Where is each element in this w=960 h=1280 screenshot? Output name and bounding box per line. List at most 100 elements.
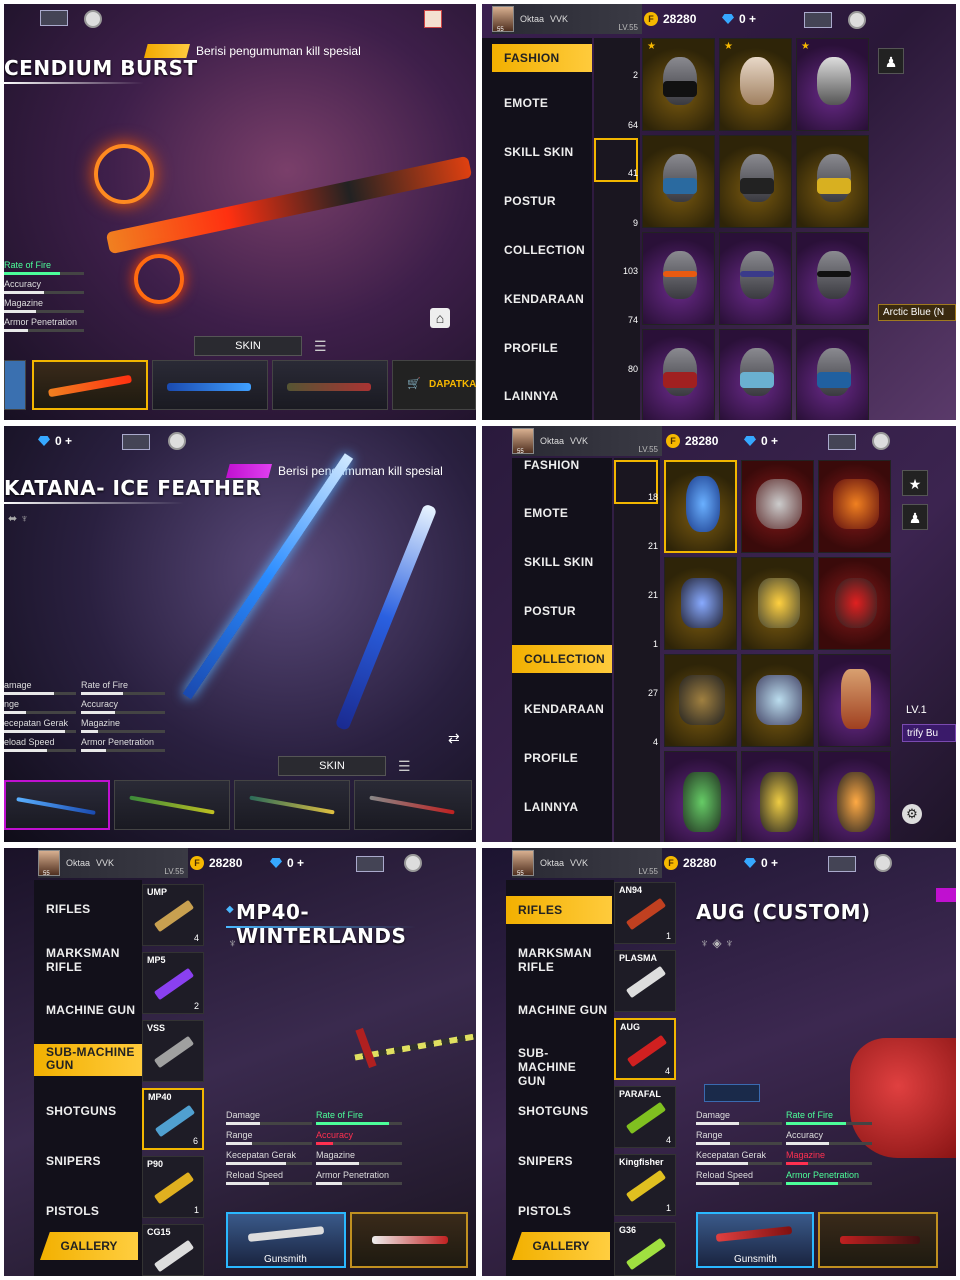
elite-pass-icon[interactable] — [828, 434, 856, 450]
elite-pass-icon[interactable] — [804, 12, 832, 28]
item-cell[interactable] — [719, 329, 792, 420]
menu-profile[interactable]: PROFILE — [524, 751, 578, 765]
item-cell[interactable] — [796, 135, 869, 228]
attachment-gun-icon[interactable] — [704, 1084, 760, 1102]
weapon-tile-aug[interactable]: AUG 4 — [614, 1018, 676, 1080]
item-cell[interactable] — [818, 751, 891, 842]
skin-thumb-2[interactable] — [818, 1212, 938, 1268]
menu-fashion[interactable]: FASHION — [492, 44, 592, 72]
skin-thumb-gunsmith[interactable]: Gunsmith — [226, 1212, 346, 1268]
item-cell[interactable]: ★ — [642, 38, 715, 131]
skin-thumb-2[interactable] — [114, 780, 230, 830]
menu-machine-gun[interactable]: MACHINE GUN — [46, 1003, 135, 1017]
skin-thumb-selected[interactable] — [32, 360, 148, 410]
profile-card[interactable]: 55 Oktaa VVK LV.55 — [512, 426, 662, 456]
menu-pistols[interactable]: PISTOLS — [518, 1204, 571, 1218]
item-cell[interactable] — [642, 329, 715, 420]
category-count[interactable]: 21 — [614, 590, 658, 600]
item-cell[interactable]: ★ — [719, 38, 792, 131]
skin-thumb-prev[interactable] — [4, 360, 26, 410]
category-count[interactable]: 27 — [614, 688, 658, 698]
item-cell[interactable] — [741, 460, 814, 553]
settings-icon[interactable] — [84, 10, 102, 28]
tip-chip[interactable]: trify Bu — [902, 724, 956, 742]
settings-icon[interactable] — [168, 432, 186, 450]
item-cell[interactable] — [664, 460, 737, 553]
diamonds-display[interactable]: 0 + — [722, 12, 756, 26]
weapon-tile-mp40[interactable]: MP40 6 — [142, 1088, 204, 1150]
coins-display[interactable]: F 28280 — [666, 434, 718, 448]
item-cell[interactable] — [642, 135, 715, 228]
menu-snipers[interactable]: SNIPERS — [518, 1154, 573, 1168]
gallery-button[interactable]: GALLERY — [512, 1232, 610, 1260]
category-count[interactable]: 1 — [614, 639, 658, 649]
item-cell[interactable] — [664, 751, 737, 842]
weapon-tile-parafal[interactable]: PARAFAL 4 — [614, 1086, 676, 1148]
menu-emote[interactable]: EMOTE — [524, 506, 568, 520]
menu-rifles[interactable]: RIFLES — [46, 902, 90, 916]
item-cell[interactable] — [741, 557, 814, 650]
menu-sub-machine-gun[interactable]: SUB-MACHINE GUN — [518, 1046, 598, 1088]
item-cell[interactable]: ★ — [796, 38, 869, 131]
category-count-bottom[interactable]: 64 — [594, 120, 638, 130]
buy-button[interactable]: 🛒 DAPATKAN — [392, 360, 476, 410]
skin-thumb-4[interactable] — [354, 780, 472, 830]
diamonds-display[interactable]: 0 + — [270, 856, 304, 870]
weapon-tile-kingfisher[interactable]: Kingfisher 1 — [614, 1154, 676, 1216]
menu-postur[interactable]: POSTUR — [504, 194, 556, 208]
item-cell[interactable] — [719, 232, 792, 325]
skin-thumb-3[interactable] — [234, 780, 350, 830]
elite-pass-icon[interactable] — [356, 856, 384, 872]
coins-display[interactable]: F 28280 — [644, 12, 696, 26]
item-cell[interactable] — [664, 654, 737, 747]
coins-display[interactable]: F 28280 — [664, 856, 716, 870]
settings-icon[interactable] — [872, 432, 890, 450]
event-icon[interactable] — [424, 10, 442, 28]
menu-lainnya[interactable]: LAINNYA — [504, 389, 558, 403]
weapon-tile-an94[interactable]: AN94 1 — [614, 882, 676, 944]
gallery-button[interactable]: GALLERY — [40, 1232, 138, 1260]
menu-marksman-rifle[interactable]: MARKSMAN RIFLE — [518, 946, 598, 974]
menu-machine-gun[interactable]: MACHINE GUN — [518, 1003, 607, 1017]
menu-pistols[interactable]: PISTOLS — [46, 1204, 99, 1218]
weapon-tile-g36[interactable]: G36 — [614, 1222, 676, 1276]
menu-kendaraan[interactable]: KENDARAAN — [504, 292, 584, 306]
weapon-tile-vss[interactable]: VSS — [142, 1020, 204, 1082]
menu-skill-skin[interactable]: SKILL SKIN — [524, 555, 593, 569]
menu-collection[interactable]: COLLECTION — [512, 645, 612, 673]
settings-icon[interactable] — [404, 854, 422, 872]
category-count-head[interactable]: 41 — [594, 168, 638, 178]
gear-icon[interactable]: ⚙ — [902, 804, 922, 824]
elite-pass-icon[interactable] — [122, 434, 150, 450]
menu-shotguns[interactable]: SHOTGUNS — [518, 1104, 588, 1118]
skin-thumb-2[interactable] — [350, 1212, 468, 1268]
category-count-pants[interactable]: 74 — [594, 315, 638, 325]
menu-rifles[interactable]: RIFLES — [506, 896, 612, 924]
menu-sub-machine-gun[interactable]: SUB-MACHINE GUN — [34, 1044, 142, 1076]
weapon-tile-mp5[interactable]: MP5 2 — [142, 952, 204, 1014]
diamonds-display[interactable]: 0 + — [744, 856, 778, 870]
search-list-icon[interactable]: ☰ — [314, 338, 327, 355]
item-cell[interactable] — [818, 557, 891, 650]
elite-pass-icon[interactable] — [828, 856, 856, 872]
weapon-tile-ump[interactable]: UMP 4 — [142, 884, 204, 946]
menu-emote[interactable]: EMOTE — [504, 96, 548, 110]
outfit-chip[interactable]: Arctic Blue (N — [878, 304, 956, 321]
menu-snipers[interactable]: SNIPERS — [46, 1154, 101, 1168]
mannequin-icon[interactable]: ♟ — [878, 48, 904, 74]
weapon-tile-plasma[interactable]: PLASMA — [614, 950, 676, 1012]
item-cell[interactable] — [741, 654, 814, 747]
menu-collection[interactable]: COLLECTION — [504, 243, 585, 257]
item-cell[interactable] — [664, 557, 737, 650]
skin-thumb-2[interactable] — [152, 360, 268, 410]
profile-card[interactable]: 55 Oktaa VVK LV.55 — [492, 4, 642, 34]
tab-skin[interactable]: SKIN — [194, 336, 302, 356]
menu-kendaraan[interactable]: KENDARAAN — [524, 702, 604, 716]
mannequin-icon[interactable]: ♟ — [902, 504, 928, 530]
category-count-face[interactable]: 9 — [594, 218, 638, 228]
settings-icon[interactable] — [874, 854, 892, 872]
category-count[interactable]: 4 — [614, 737, 658, 747]
menu-profile[interactable]: PROFILE — [504, 341, 558, 355]
menu-fashion[interactable]: FASHION — [524, 458, 579, 472]
menu-postur[interactable]: POSTUR — [524, 604, 576, 618]
